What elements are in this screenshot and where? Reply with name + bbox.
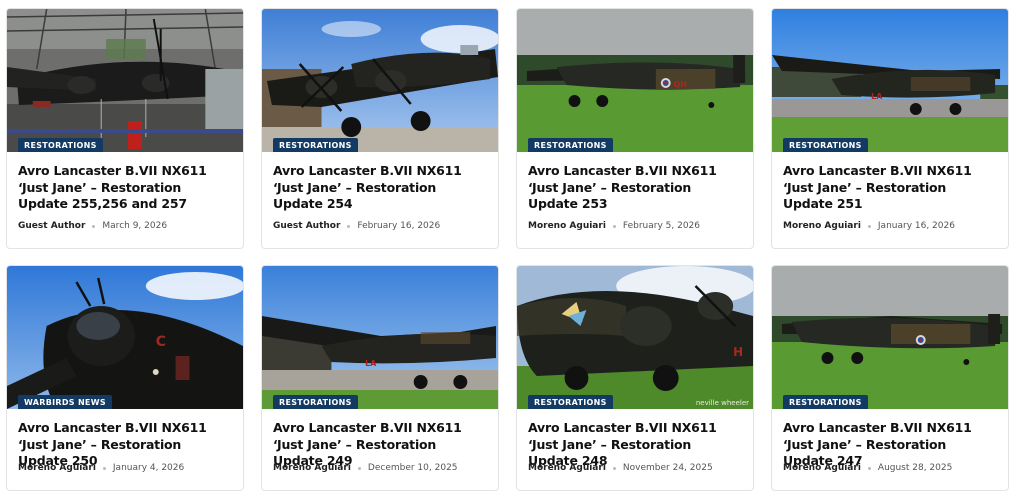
publish-date: August 28, 2025 xyxy=(877,463,953,473)
article-meta: Moreno Aguiari January 16, 2026 xyxy=(783,221,955,231)
svg-text:H: H xyxy=(733,345,743,359)
category-badge[interactable]: Restorations xyxy=(273,395,358,409)
article-card[interactable]: Restorations Avro Lancaster B.VII NX611 … xyxy=(771,265,1009,491)
category-badge[interactable]: Warbirds News xyxy=(18,395,112,409)
author-name[interactable]: Moreno Aguiari xyxy=(273,463,351,473)
category-badge[interactable]: Restorations xyxy=(528,395,613,409)
category-badge[interactable]: Restorations xyxy=(783,138,868,152)
lancaster-image xyxy=(262,9,498,152)
author-name[interactable]: Moreno Aguiari xyxy=(783,221,861,231)
article-title[interactable]: Avro Lancaster B.VII NX611 ‘Just Jane’ –… xyxy=(528,163,743,213)
publish-date: February 5, 2026 xyxy=(622,221,700,231)
article-thumbnail[interactable]: Restorations xyxy=(262,9,498,152)
article-thumbnail[interactable]: Restorations xyxy=(7,9,243,152)
article-card[interactable]: H Restorations neville wheeler Avro Lanc… xyxy=(516,265,754,491)
author-name[interactable]: Guest Author xyxy=(18,221,85,231)
author-name[interactable]: Moreno Aguiari xyxy=(528,221,606,231)
article-card[interactable]: Restorations Avro Lancaster B.VII NX611 … xyxy=(261,8,499,249)
publish-date: February 16, 2026 xyxy=(357,221,441,231)
article-title[interactable]: Avro Lancaster B.VII NX611 ‘Just Jane’ –… xyxy=(273,163,488,213)
publish-date: December 10, 2025 xyxy=(367,463,458,473)
lancaster-image: LA xyxy=(772,9,1008,152)
article-card[interactable]: C Warbirds News Avro Lancaster B.VII NX6… xyxy=(6,265,244,491)
article-card[interactable]: QH Restorations Avro Lancaster B.VII NX6… xyxy=(516,8,754,249)
category-badge[interactable]: Restorations xyxy=(273,138,358,152)
author-name[interactable]: Moreno Aguiari xyxy=(528,463,606,473)
photo-credit: neville wheeler xyxy=(695,399,749,407)
article-meta: Moreno Aguiari November 24, 2025 xyxy=(528,463,713,473)
article-card[interactable]: LA Restorations Avro Lancaster B.VII NX6… xyxy=(771,8,1009,249)
svg-text:LA: LA xyxy=(365,359,377,368)
svg-text:LA: LA xyxy=(871,92,883,101)
lancaster-image: LA xyxy=(262,266,498,409)
separator-dot xyxy=(347,224,351,228)
publish-date: November 24, 2025 xyxy=(622,463,713,473)
category-badge[interactable]: Restorations xyxy=(18,138,103,152)
article-thumbnail[interactable]: C Warbirds News xyxy=(7,266,243,409)
article-meta: Guest Author March 9, 2026 xyxy=(18,221,167,231)
article-card[interactable]: Restorations Avro Lancaster B.VII NX611 … xyxy=(6,8,244,249)
article-thumbnail[interactable]: QH Restorations xyxy=(517,9,753,152)
author-name[interactable]: Guest Author xyxy=(273,221,340,231)
article-card[interactable]: LA Restorations Avro Lancaster B.VII NX6… xyxy=(261,265,499,491)
publish-date: March 9, 2026 xyxy=(102,221,168,231)
article-title[interactable]: Avro Lancaster B.VII NX611 ‘Just Jane’ –… xyxy=(783,163,998,213)
article-thumbnail[interactable]: H Restorations neville wheeler xyxy=(517,266,753,409)
article-grid: Restorations Avro Lancaster B.VII NX611 … xyxy=(0,0,1024,504)
separator-dot xyxy=(612,466,616,470)
article-meta: Moreno Aguiari February 5, 2026 xyxy=(528,221,700,231)
author-name[interactable]: Moreno Aguiari xyxy=(18,463,96,473)
separator-dot xyxy=(612,224,616,228)
author-name[interactable]: Moreno Aguiari xyxy=(783,463,861,473)
svg-text:C: C xyxy=(156,334,166,350)
separator-dot xyxy=(102,466,106,470)
article-meta: Moreno Aguiari August 28, 2025 xyxy=(783,463,952,473)
separator-dot xyxy=(357,466,361,470)
category-badge[interactable]: Restorations xyxy=(528,138,613,152)
article-title[interactable]: Avro Lancaster B.VII NX611 ‘Just Jane’ –… xyxy=(18,163,233,213)
svg-text:QH: QH xyxy=(674,80,687,89)
category-badge[interactable]: Restorations xyxy=(783,395,868,409)
article-meta: Moreno Aguiari January 4, 2026 xyxy=(18,463,184,473)
article-meta: Guest Author February 16, 2026 xyxy=(273,221,440,231)
article-thumbnail[interactable]: Restorations xyxy=(772,266,1008,409)
lancaster-nose-image: C xyxy=(7,266,243,409)
article-thumbnail[interactable]: LA Restorations xyxy=(772,9,1008,152)
hangar-aircraft-image xyxy=(7,9,243,152)
lancaster-image xyxy=(772,266,1008,409)
publish-date: January 4, 2026 xyxy=(112,463,185,473)
publish-date: January 16, 2026 xyxy=(877,221,955,231)
article-thumbnail[interactable]: LA Restorations xyxy=(262,266,498,409)
separator-dot xyxy=(867,224,871,228)
separator-dot xyxy=(867,466,871,470)
separator-dot xyxy=(92,224,96,228)
lancaster-image: QH xyxy=(517,9,753,152)
article-meta: Moreno Aguiari December 10, 2025 xyxy=(273,463,458,473)
lancaster-image: H xyxy=(517,266,753,409)
